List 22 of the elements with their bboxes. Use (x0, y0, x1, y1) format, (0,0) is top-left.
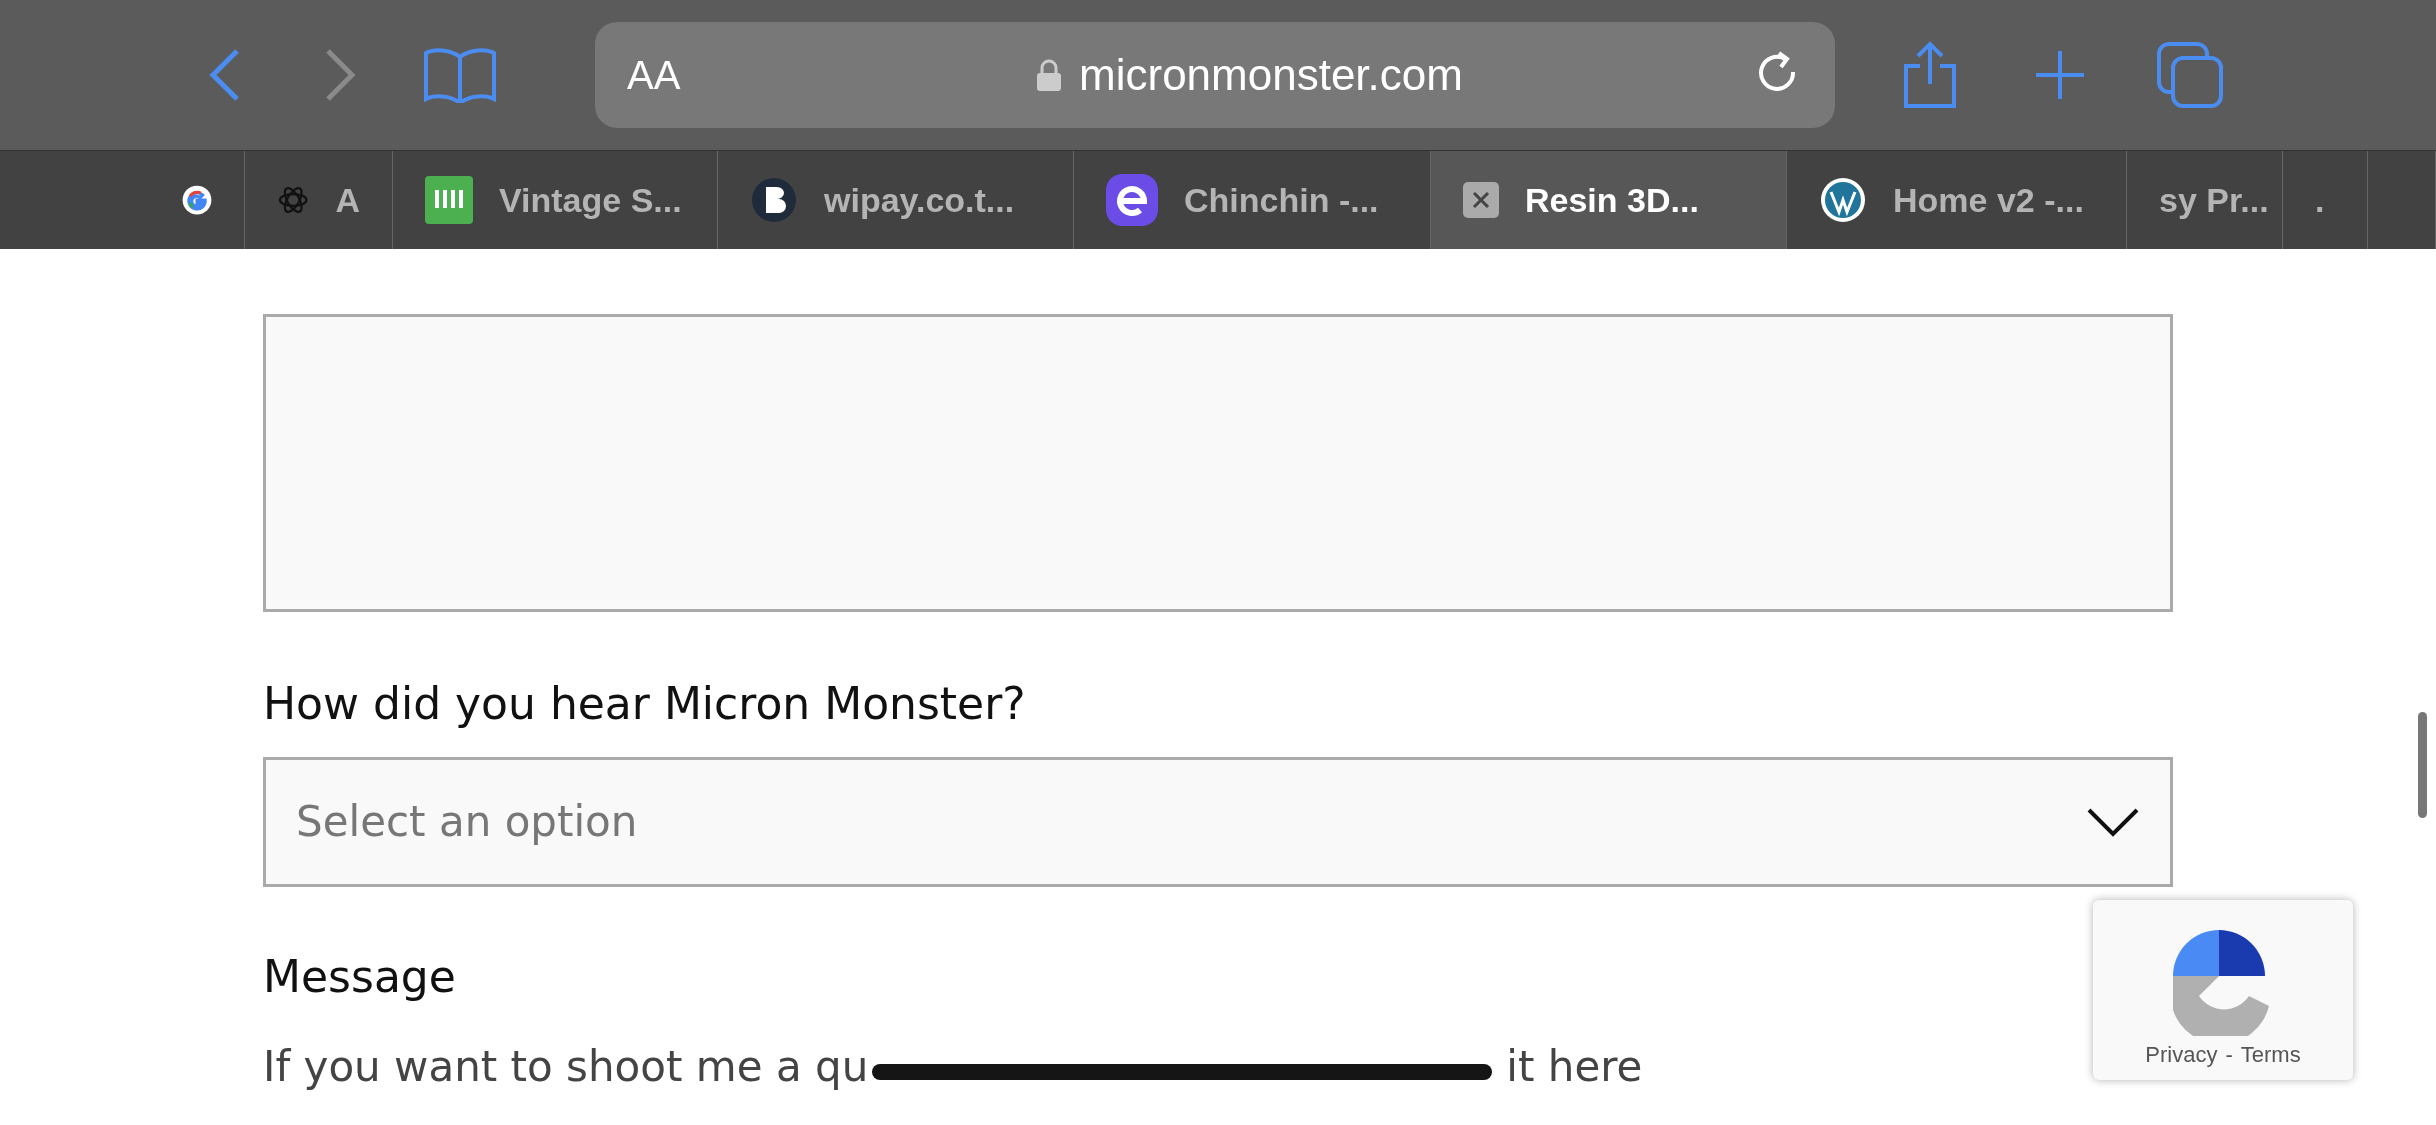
address-bar[interactable]: AA micronmonster.com (595, 22, 1835, 128)
separator-text: - (2225, 1042, 2233, 1068)
letter-e-icon (1106, 174, 1158, 226)
field-label: How did you hear Micron Monster? (263, 678, 1027, 731)
app-icon (425, 176, 473, 224)
terms-link[interactable]: Terms (2240, 1042, 2301, 1068)
help-text: If you want to shoot me a qu (263, 1041, 869, 1092)
field-label: Message (263, 950, 457, 1004)
url-text: micronmonster.com (1079, 50, 1463, 100)
privacy-link[interactable]: Privacy (2145, 1042, 2218, 1068)
lock-icon (1037, 59, 1062, 91)
letter-b-icon (750, 176, 798, 224)
wordpress-icon (1819, 176, 1867, 224)
reader-button[interactable]: AA (627, 52, 747, 98)
book-icon (422, 47, 498, 103)
tabs-icon (2155, 40, 2225, 110)
close-icon (1463, 182, 1499, 218)
help-text: it here (1506, 1041, 1643, 1092)
chevron-down-icon (2086, 806, 2140, 837)
source-select-field[interactable]: Select an option (263, 756, 2173, 887)
channel-input-field[interactable] (263, 314, 2173, 612)
browser-tab[interactable]: Resin 3D... (1431, 151, 1787, 249)
